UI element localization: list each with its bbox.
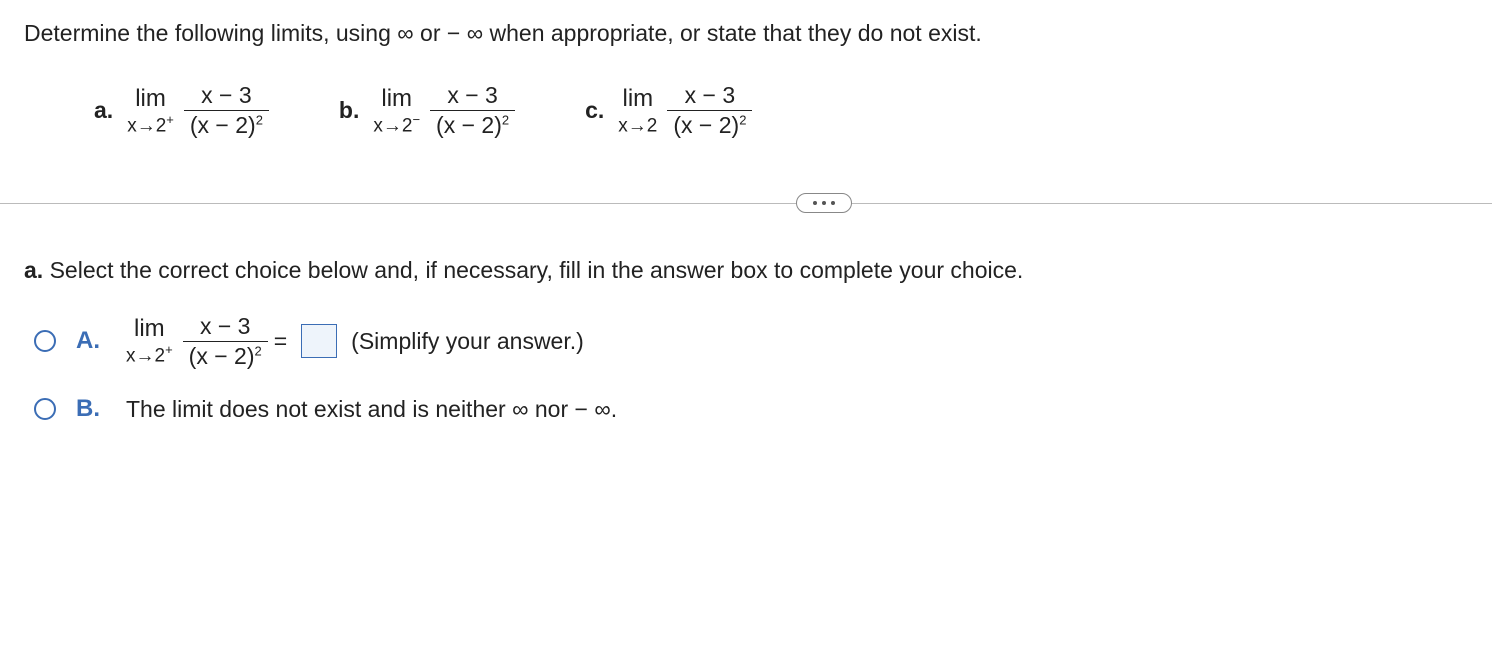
- choice-a-hint: (Simplify your answer.): [351, 328, 584, 355]
- choice-a-expression: lim x→2+ x − 3 (x − 2)2: [126, 314, 268, 370]
- choice-b-row: B. The limit does not exist and is neith…: [34, 395, 1468, 423]
- fraction: x − 3 (x − 2)2: [183, 314, 268, 370]
- choices: A. lim x→2+ x − 3 (x − 2)2 = (Simplify: [24, 314, 1468, 424]
- part-b: b. lim x→2− x − 3 (x − 2)2: [339, 83, 515, 139]
- equals-sign: =: [274, 328, 287, 355]
- answer-input[interactable]: [301, 324, 337, 358]
- choice-a-label: A.: [76, 327, 106, 355]
- choice-b-label: B.: [76, 395, 106, 423]
- numerator: x − 3: [679, 83, 742, 110]
- divider: [24, 189, 1468, 217]
- part-a-label: a.: [94, 97, 113, 124]
- lim-approach: x→2+: [127, 113, 174, 135]
- divider-line: [0, 203, 1492, 204]
- part-c-label: c.: [585, 97, 604, 124]
- lim-approach: x→2+: [126, 343, 173, 365]
- fraction: x − 3 (x − 2)2: [430, 83, 515, 139]
- lim-approach: x→2−: [373, 113, 420, 135]
- denominator: (x − 2)2: [430, 110, 515, 138]
- question-prompt: Determine the following limits, using ∞ …: [24, 20, 1468, 47]
- part-b-expression: lim x→2− x − 3 (x − 2)2: [373, 83, 515, 139]
- choice-b-text: The limit does not exist and is neither …: [126, 396, 617, 423]
- subquestion-a: a. Select the correct choice below and, …: [24, 257, 1468, 284]
- radio-a[interactable]: [34, 330, 56, 352]
- limit-parts-row: a. lim x→2+ x − 3 (x − 2)2 b. lim x→2−: [24, 83, 1468, 139]
- subquestion-text: Select the correct choice below and, if …: [50, 257, 1024, 283]
- lim-word: lim: [135, 87, 166, 111]
- denominator: (x − 2)2: [183, 341, 268, 369]
- fraction: x − 3 (x − 2)2: [667, 83, 752, 139]
- part-a: a. lim x→2+ x − 3 (x − 2)2: [94, 83, 269, 139]
- denominator: (x − 2)2: [667, 110, 752, 138]
- subquestion-label: a.: [24, 257, 43, 283]
- part-c-expression: lim x→2 x − 3 (x − 2)2: [618, 83, 752, 139]
- numerator: x − 3: [441, 83, 504, 110]
- lim-word: lim: [623, 87, 654, 111]
- expand-button[interactable]: [796, 193, 852, 213]
- choice-a-content: lim x→2+ x − 3 (x − 2)2 = (Simplify your…: [126, 314, 584, 370]
- part-a-expression: lim x→2+ x − 3 (x − 2)2: [127, 83, 269, 139]
- lim-approach: x→2: [618, 113, 657, 135]
- lim-word: lim: [134, 317, 165, 341]
- radio-b[interactable]: [34, 398, 56, 420]
- part-c: c. lim x→2 x − 3 (x − 2)2: [585, 83, 752, 139]
- denominator: (x − 2)2: [184, 110, 269, 138]
- lim-word: lim: [381, 87, 412, 111]
- numerator: x − 3: [194, 314, 257, 341]
- part-b-label: b.: [339, 97, 359, 124]
- fraction: x − 3 (x − 2)2: [184, 83, 269, 139]
- numerator: x − 3: [195, 83, 258, 110]
- choice-a-row: A. lim x→2+ x − 3 (x − 2)2 = (Simplify: [34, 314, 1468, 370]
